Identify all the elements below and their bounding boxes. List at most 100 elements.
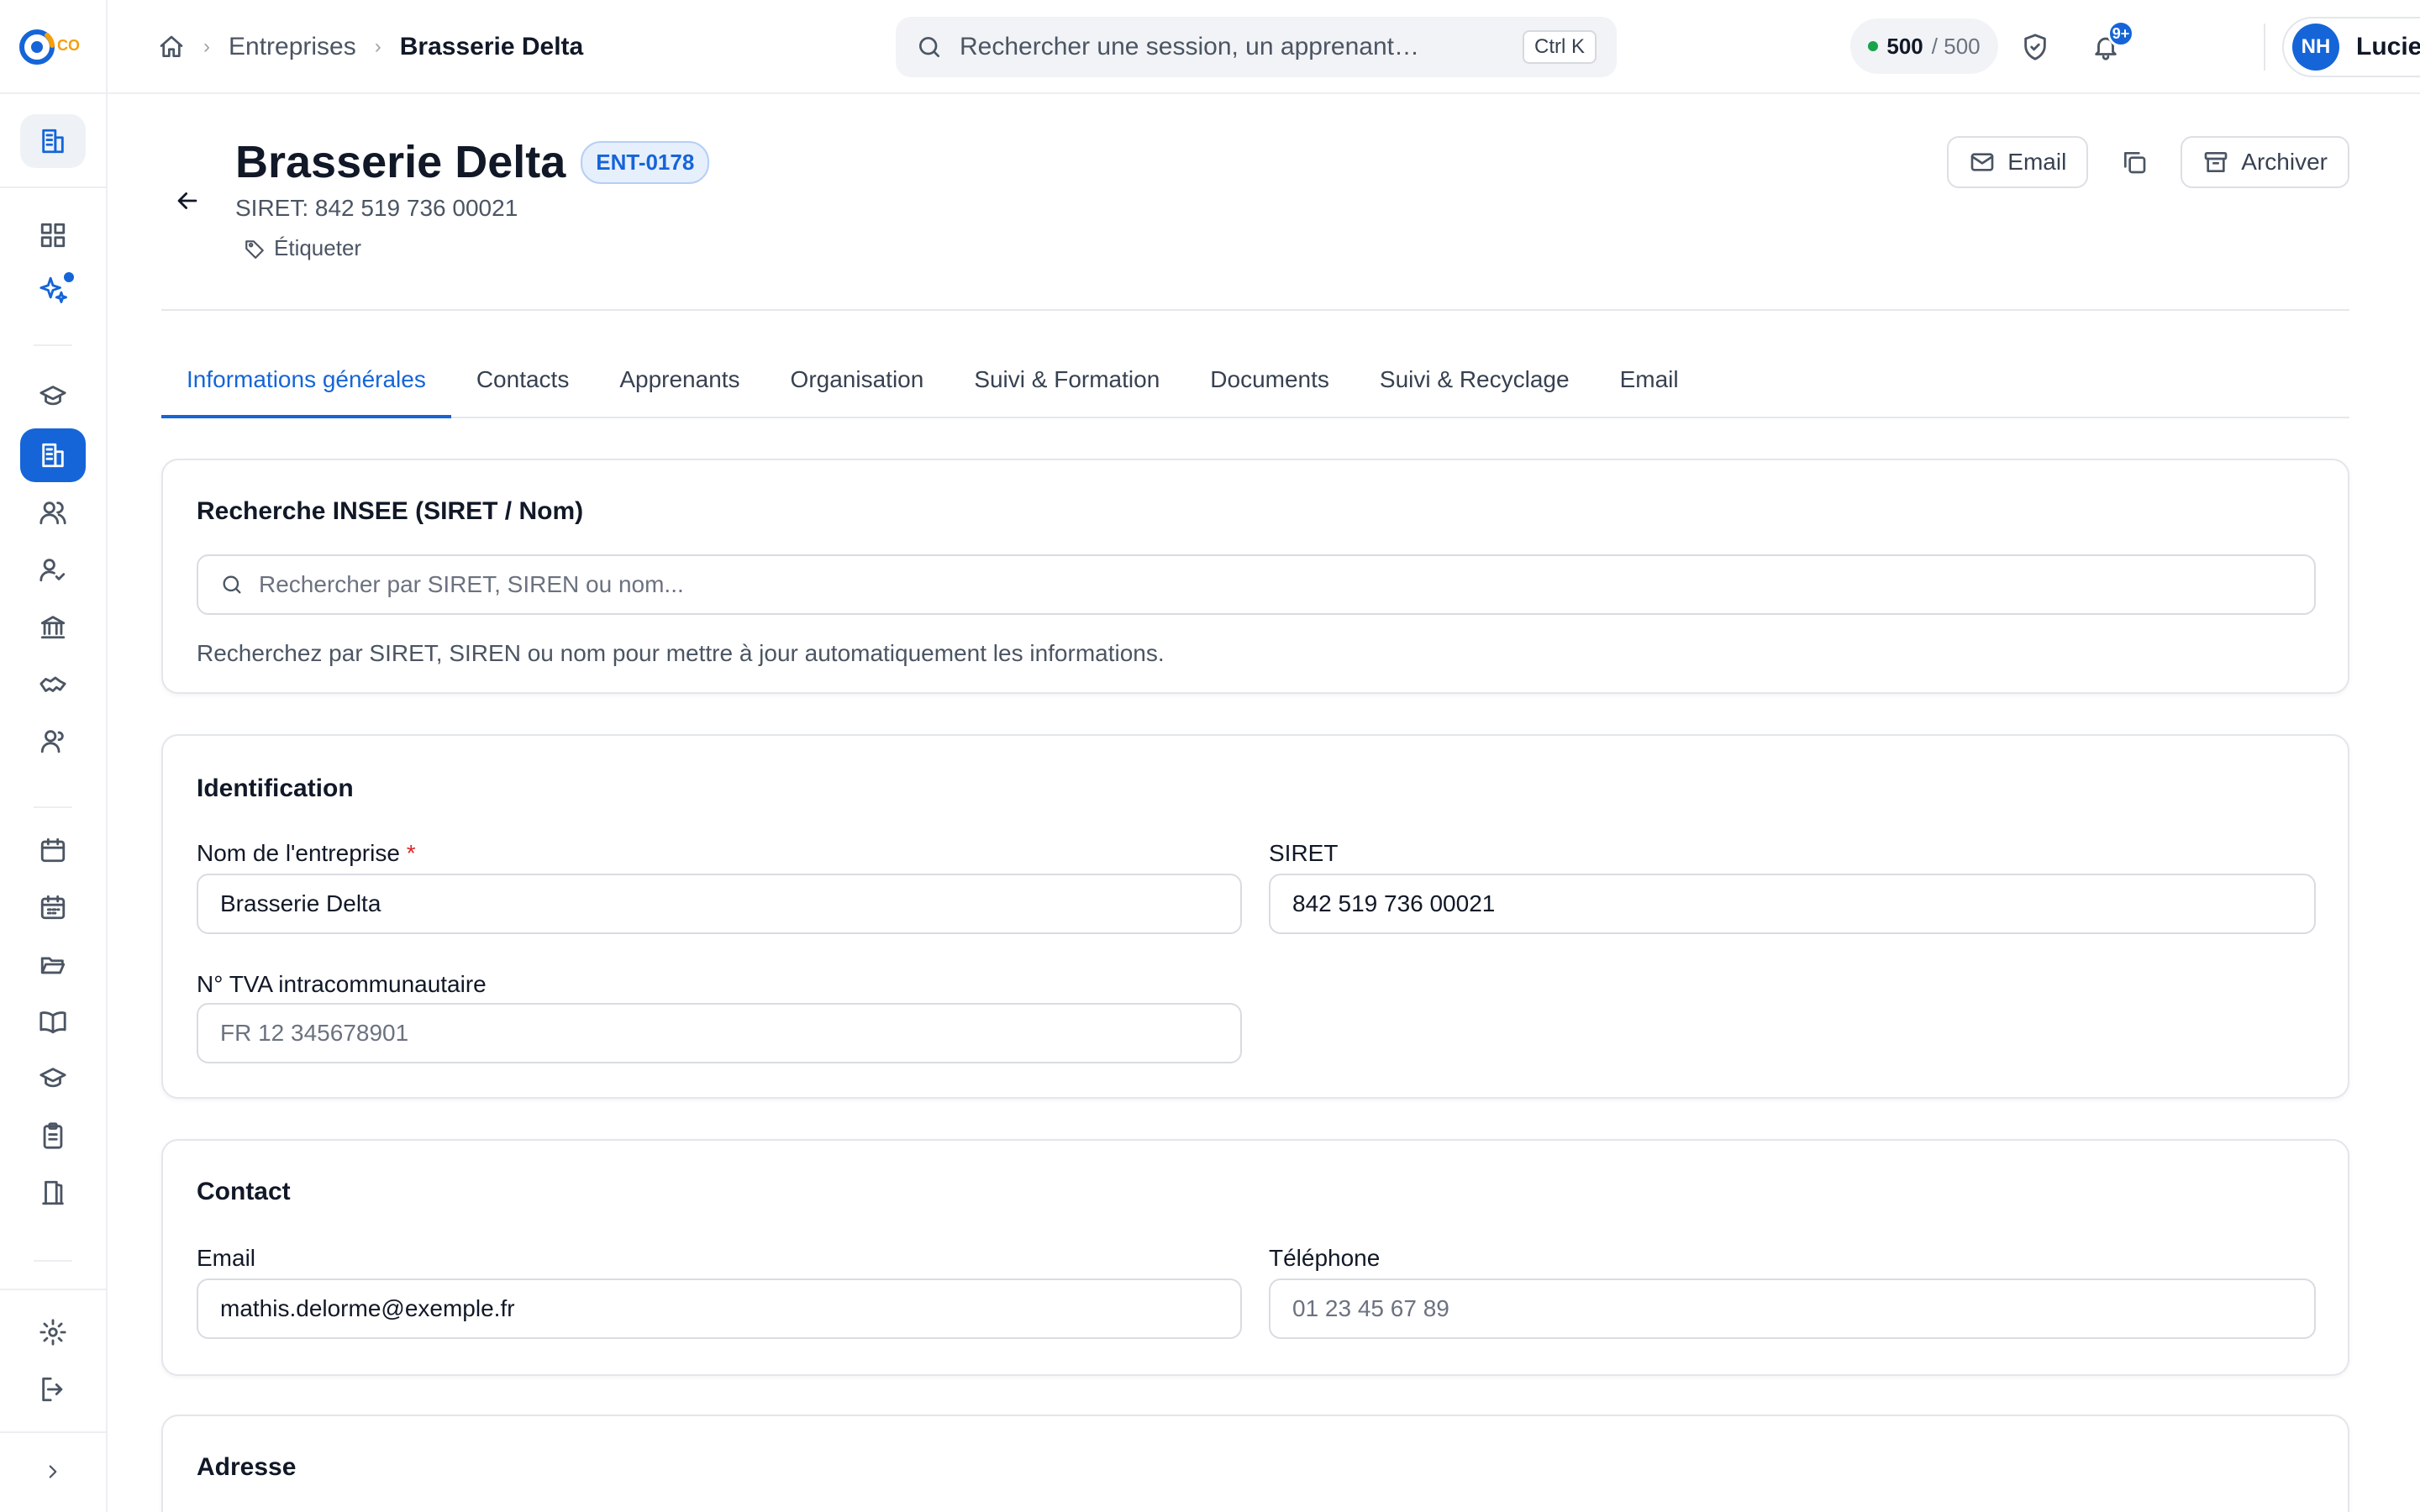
calendar-grid-icon — [40, 895, 66, 920]
sidebar: CO — [0, 0, 108, 1512]
notifications-button[interactable]: 9+ — [2087, 20, 2134, 66]
contact-card-title: Contact — [197, 1178, 291, 1205]
sidebar-item-certifications[interactable] — [20, 1052, 86, 1105]
sidebar-divider — [34, 1260, 72, 1262]
siret-value: 842 519 736 00021 — [1292, 890, 1496, 916]
breadcrumb-separator: › — [374, 35, 381, 58]
email-label: Email — [197, 1245, 256, 1271]
sidebar-item-dashboard[interactable] — [20, 208, 86, 262]
new-indicator-dot — [62, 270, 76, 284]
sidebar-item-settings[interactable] — [20, 1305, 86, 1359]
sidebar-item-apprenants[interactable] — [20, 486, 86, 539]
topbar: › Entreprises › Brasserie Delta Recherch… — [108, 0, 2420, 94]
sidebar-item-formations[interactable] — [20, 370, 86, 423]
archive-button-label: Archiver — [2241, 149, 2328, 175]
folder-open-icon — [40, 957, 66, 974]
shield-check-icon — [2024, 34, 2046, 60]
tab-suivi-formation[interactable]: Suivi & Formation — [949, 356, 1185, 418]
header-actions: Email Archiver — [1947, 136, 2349, 188]
archive-button[interactable]: Archiver — [2181, 136, 2349, 188]
tab-apprenants[interactable]: Apprenants — [594, 356, 765, 418]
credits-badge[interactable]: 500 / 500 — [1850, 18, 1998, 74]
sidebar-item-equipe[interactable] — [20, 714, 86, 768]
required-mark: * — [406, 840, 416, 866]
app-logo[interactable]: CO — [18, 24, 89, 71]
search-shortcut: Ctrl K — [1523, 30, 1597, 64]
team-icon — [40, 730, 64, 753]
arrow-left-icon — [177, 192, 197, 209]
logo-text: CO — [57, 37, 80, 54]
breadcrumb-separator: › — [203, 35, 210, 58]
building-icon — [42, 443, 64, 468]
avatar: NH — [2292, 24, 2339, 71]
sidebar-expand-button[interactable] — [20, 1445, 86, 1499]
identification-card: Identification Nom de l'entreprise * Bra… — [161, 734, 2349, 1099]
sidebar-item-logout[interactable] — [20, 1362, 86, 1416]
sidebar-item-formateurs[interactable] — [20, 543, 86, 596]
sidebar-item-evaluations[interactable] — [20, 1109, 86, 1163]
home-icon[interactable] — [158, 34, 185, 60]
email-button[interactable]: Email — [1947, 136, 2089, 188]
address-card-title: Adresse — [197, 1453, 297, 1481]
breadcrumb-entreprises[interactable]: Entreprises — [229, 33, 356, 61]
sidebar-item-financeurs[interactable] — [20, 600, 86, 654]
insee-card-title: Recherche INSEE (SIRET / Nom) — [197, 497, 584, 525]
page-header: Brasserie Delta ENT-0178 — [235, 136, 710, 188]
tva-label: N° TVA intracommunautaire — [197, 971, 487, 997]
company-name-value: Brasserie Delta — [220, 890, 381, 916]
tab-contacts[interactable]: Contacts — [451, 356, 595, 418]
tab-organisation[interactable]: Organisation — [765, 356, 950, 418]
sidebar-item-entreprises-shortcut[interactable] — [20, 114, 86, 168]
sidebar-item-partenaires[interactable] — [20, 657, 86, 711]
user-menu[interactable]: NH Lucie — [2282, 17, 2420, 77]
chevron-right-icon — [49, 1465, 57, 1478]
tab-documents[interactable]: Documents — [1185, 356, 1355, 418]
topbar-divider — [2264, 24, 2265, 71]
tab-informations-generales[interactable]: Informations générales — [161, 356, 451, 418]
duplicate-button[interactable] — [2108, 136, 2160, 188]
email-button-label: Email — [2007, 149, 2067, 175]
clipboard-icon — [43, 1122, 63, 1149]
handshake-icon — [39, 676, 66, 692]
sidebar-item-entreprises[interactable] — [20, 428, 86, 482]
security-button[interactable] — [2017, 29, 2054, 66]
tab-email[interactable]: Email — [1595, 356, 1704, 418]
header-divider — [161, 309, 2349, 311]
phone-placeholder: 01 23 45 67 89 — [1292, 1295, 1449, 1321]
breadcrumb-current: Brasserie Delta — [399, 33, 584, 60]
insee-search-input[interactable]: Rechercher par SIRET, SIREN ou nom... — [197, 554, 2316, 615]
sidebar-item-salles[interactable] — [20, 1166, 86, 1220]
phone-input[interactable]: 01 23 45 67 89 — [1269, 1278, 2316, 1339]
sidebar-item-catalogue[interactable] — [20, 995, 86, 1048]
tag-button[interactable]: Étiqueter — [244, 235, 361, 261]
phone-label: Téléphone — [1269, 1245, 1381, 1271]
bank-icon — [40, 616, 66, 639]
company-siret: SIRET: 842 519 736 00021 — [235, 195, 518, 221]
sidebar-divider — [0, 1289, 106, 1290]
company-name-input[interactable]: Brasserie Delta — [197, 874, 1242, 934]
tva-placeholder: FR 12 345678901 — [220, 1020, 409, 1046]
siret-label: SIRET — [1269, 840, 1339, 866]
sidebar-item-sessions[interactable] — [20, 880, 86, 934]
breadcrumb: › Entreprises › Brasserie Delta — [158, 30, 583, 64]
mail-icon — [1970, 153, 1994, 171]
sidebar-item-documents[interactable] — [20, 937, 86, 991]
address-card: Adresse — [161, 1415, 2349, 1512]
back-button[interactable] — [173, 186, 207, 220]
search-icon — [223, 575, 241, 594]
insee-search-placeholder: Rechercher par SIRET, SIREN ou nom... — [259, 571, 684, 597]
user-name: Lucie — [2356, 33, 2420, 60]
global-search-input[interactable]: Rechercher une session, un apprenant… Ct… — [896, 17, 1617, 77]
identification-card-title: Identification — [197, 774, 354, 802]
sidebar-divider — [34, 806, 72, 808]
tab-bar: Informations générales Contacts Apprenan… — [161, 356, 2349, 418]
tva-input[interactable]: FR 12 345678901 — [197, 1003, 1242, 1063]
email-input[interactable]: mathis.delorme@exemple.fr — [197, 1278, 1242, 1339]
credits-total: / 500 — [1931, 33, 1981, 59]
tab-suivi-recyclage[interactable]: Suivi & Recyclage — [1355, 356, 1595, 418]
siret-input[interactable]: 842 519 736 00021 — [1269, 874, 2316, 934]
users-icon — [39, 501, 66, 525]
sidebar-item-planning[interactable] — [20, 823, 86, 877]
sidebar-item-ai[interactable] — [20, 262, 86, 316]
company-name-label-text: Nom de l'entreprise — [197, 840, 400, 866]
